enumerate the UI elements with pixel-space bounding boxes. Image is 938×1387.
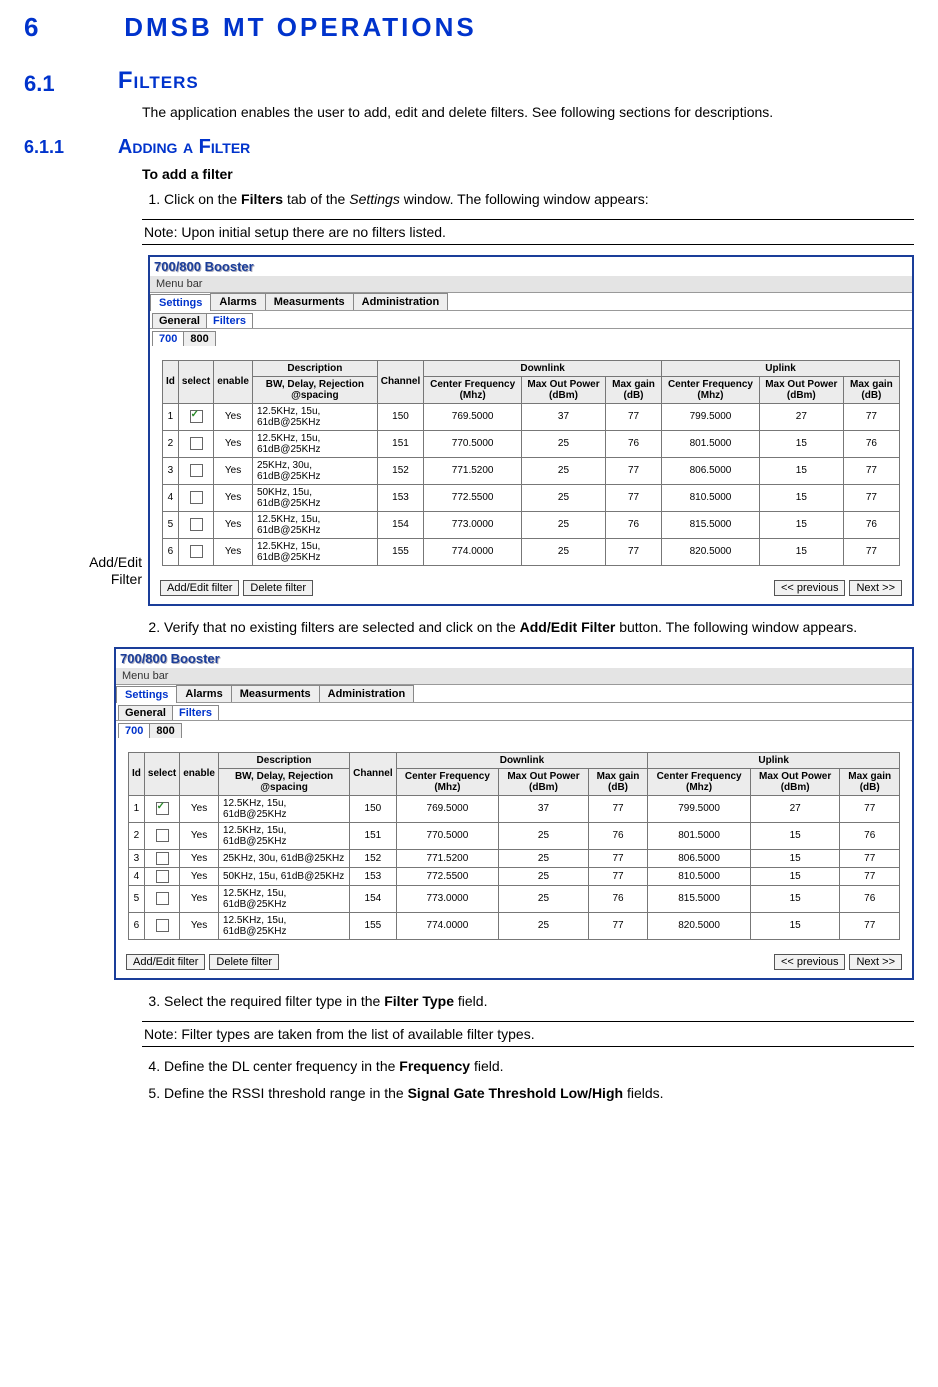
- tab-700[interactable]: 700: [118, 723, 150, 738]
- select-checkbox[interactable]: [144, 885, 179, 912]
- tab-general[interactable]: General: [118, 705, 173, 720]
- subsection-lede: To add a filter: [142, 165, 914, 184]
- tab-800[interactable]: 800: [183, 331, 215, 346]
- tab-800[interactable]: 800: [149, 723, 181, 738]
- table-row: 4Yes50KHz, 15u, 61dB@25KHz153772.5500257…: [129, 867, 900, 885]
- tab-measurements[interactable]: Measurments: [231, 685, 320, 702]
- select-checkbox[interactable]: [178, 430, 213, 457]
- main-tab-row: SettingsAlarmsMeasurmentsAdministration: [150, 293, 912, 311]
- table-row: 3Yes25KHz, 30u, 61dB@25KHz152771.5200257…: [163, 457, 900, 484]
- table-row: 1Yes12.5KHz, 15u, 61dB@25KHz150769.50003…: [163, 403, 900, 430]
- subsection-title: Adding a Filter: [118, 136, 250, 158]
- tab-measurements[interactable]: Measurments: [265, 293, 354, 310]
- step-list-3: Select the required filter type in the F…: [142, 992, 914, 1011]
- select-checkbox[interactable]: [178, 511, 213, 538]
- note-1: Note: Upon initial setup there are no fi…: [142, 219, 914, 245]
- main-tab-row: SettingsAlarmsMeasurmentsAdministration: [116, 685, 912, 703]
- select-checkbox[interactable]: [178, 484, 213, 511]
- table-row: 2Yes12.5KHz, 15u, 61dB@25KHz151770.50002…: [163, 430, 900, 457]
- step-3: Select the required filter type in the F…: [164, 992, 914, 1011]
- screenshot-1: 700/800 BoosterMenu barSettingsAlarmsMea…: [148, 255, 914, 606]
- table-row: 4Yes50KHz, 15u, 61dB@25KHz153772.5500257…: [163, 484, 900, 511]
- tab-alarms[interactable]: Alarms: [210, 293, 265, 310]
- select-checkbox[interactable]: [178, 457, 213, 484]
- step-list: Click on the Filters tab of the Settings…: [142, 190, 914, 209]
- section-intro: The application enables the user to add,…: [142, 103, 914, 122]
- subsection-heading: 6.1.1 Adding a Filter: [24, 136, 914, 159]
- step-1: Click on the Filters tab of the Settings…: [164, 190, 914, 209]
- band-tab-row: 700800: [116, 720, 912, 738]
- note-2: Note: Filter types are taken from the li…: [142, 1021, 914, 1047]
- previous-button[interactable]: << previous: [774, 580, 845, 596]
- chapter-title: DMSB MT OPERATIONS: [124, 12, 477, 42]
- step-2: Verify that no existing filters are sele…: [164, 618, 914, 637]
- window-title: 700/800 Booster: [150, 257, 912, 276]
- next-button[interactable]: Next >>: [849, 580, 902, 596]
- band-tab-row: 700800: [150, 328, 912, 346]
- menu-bar: Menu bar: [116, 668, 912, 685]
- table-row: 6Yes12.5KHz, 15u, 61dB@25KHz155774.00002…: [163, 538, 900, 565]
- tab-filters[interactable]: Filters: [172, 705, 219, 720]
- table-row: 2Yes12.5KHz, 15u, 61dB@25KHz151770.50002…: [129, 822, 900, 849]
- step-4: Define the DL center frequency in the Fr…: [164, 1057, 914, 1076]
- tab-settings[interactable]: Settings: [116, 686, 177, 703]
- section-title: Filters: [118, 67, 199, 94]
- delete-filter-button[interactable]: Delete filter: [243, 580, 313, 596]
- step-5: Define the RSSI threshold range in the S…: [164, 1084, 914, 1103]
- screenshot-2: 700/800 BoosterMenu barSettingsAlarmsMea…: [114, 647, 914, 980]
- select-checkbox[interactable]: [144, 822, 179, 849]
- tab-filters[interactable]: Filters: [206, 313, 253, 328]
- filters-table: IdselectenableDescriptionChannelDownlink…: [128, 752, 900, 940]
- window-title: 700/800 Booster: [116, 649, 912, 668]
- chapter-number: 6: [24, 12, 114, 43]
- menu-bar: Menu bar: [150, 276, 912, 293]
- tab-700[interactable]: 700: [152, 331, 184, 346]
- tab-alarms[interactable]: Alarms: [176, 685, 231, 702]
- select-checkbox[interactable]: [178, 403, 213, 430]
- section-heading: 6.1 Filters: [24, 67, 914, 97]
- select-checkbox[interactable]: [178, 538, 213, 565]
- subsection-number: 6.1.1: [24, 137, 114, 158]
- step-list-4: Define the DL center frequency in the Fr…: [142, 1057, 914, 1103]
- delete-filter-button[interactable]: Delete filter: [209, 954, 279, 970]
- sub-tab-row: GeneralFilters: [116, 703, 912, 720]
- section-number: 6.1: [24, 71, 114, 97]
- previous-button[interactable]: << previous: [774, 954, 845, 970]
- next-button[interactable]: Next >>: [849, 954, 902, 970]
- table-row: 1Yes12.5KHz, 15u, 61dB@25KHz150769.50003…: [129, 795, 900, 822]
- select-checkbox[interactable]: [144, 849, 179, 867]
- select-checkbox[interactable]: [144, 867, 179, 885]
- sub-tab-row: GeneralFilters: [150, 311, 912, 328]
- select-checkbox[interactable]: [144, 912, 179, 939]
- table-row: 6Yes12.5KHz, 15u, 61dB@25KHz155774.00002…: [129, 912, 900, 939]
- tab-administration[interactable]: Administration: [319, 685, 415, 702]
- step-list-2: Verify that no existing filters are sele…: [142, 618, 914, 637]
- table-row: 3Yes25KHz, 30u, 61dB@25KHz152771.5200257…: [129, 849, 900, 867]
- add-edit-filter-button[interactable]: Add/Edit filter: [126, 954, 205, 970]
- table-row: 5Yes12.5KHz, 15u, 61dB@25KHz154773.00002…: [163, 511, 900, 538]
- tab-administration[interactable]: Administration: [353, 293, 449, 310]
- select-checkbox[interactable]: [144, 795, 179, 822]
- add-edit-filter-button[interactable]: Add/Edit filter: [160, 580, 239, 596]
- tab-general[interactable]: General: [152, 313, 207, 328]
- filters-table: IdselectenableDescriptionChannelDownlink…: [162, 360, 900, 566]
- table-row: 5Yes12.5KHz, 15u, 61dB@25KHz154773.00002…: [129, 885, 900, 912]
- chapter-heading: 6 DMSB MT OPERATIONS: [24, 12, 914, 43]
- annotation-addedit: Add/Edit Filter: [24, 554, 148, 606]
- tab-settings[interactable]: Settings: [150, 294, 211, 311]
